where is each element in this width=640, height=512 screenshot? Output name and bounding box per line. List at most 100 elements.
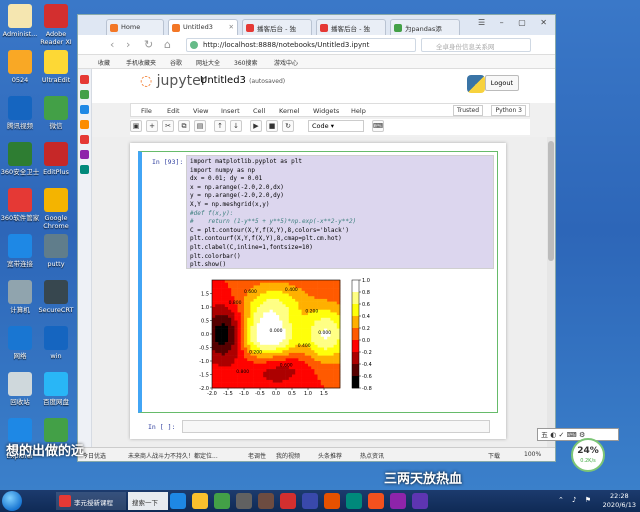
weibo-icon[interactable] [80,75,89,84]
desktop-icon[interactable]: win [36,326,76,360]
logout-button[interactable]: Logout [484,75,519,91]
desktop-icon[interactable]: 0524 [0,50,40,84]
status-item[interactable]: 热点资讯 [360,451,384,460]
menu-insert[interactable]: Insert [221,107,240,115]
search-input[interactable]: 全卓身份信息关系网 [421,38,531,52]
tab-pandas[interactable]: 为pandas添 [390,19,460,35]
notebook-title[interactable]: Untitled3 (autosaved) [200,75,285,86]
desktop-icon[interactable]: 网络 [0,326,40,360]
taskbar-search-box[interactable]: 搜索一下 [128,492,168,510]
menu-edit[interactable]: Edit [167,107,180,115]
restart-icon[interactable]: ↻ [282,120,294,132]
menu-view[interactable]: View [193,107,208,115]
vertical-scrollbar[interactable] [547,137,555,447]
desktop-icon[interactable]: 腾讯视频 [0,96,40,130]
status-item[interactable]: 老调性 [248,451,266,460]
menu-cell[interactable]: Cell [253,107,265,115]
system-tray[interactable]: ⌃ ♪ ⚑ [558,496,594,504]
desktop-icon[interactable]: 百度网盘 [36,372,76,406]
status-news[interactable]: 未来商人战斗力不持久！都定位... [128,451,218,460]
bookmark-item[interactable]: 收藏 [98,58,110,67]
status-item[interactable]: 我的视频 [276,451,300,460]
desktop-icon[interactable]: EditPlus [36,142,76,176]
folder-icon[interactable] [192,493,208,509]
tab-home[interactable]: Home [106,19,164,35]
editor-icon[interactable] [258,493,274,509]
ie-icon[interactable] [170,493,186,509]
desktop-icon[interactable]: SecureCRT [36,280,76,314]
wechat-icon[interactable] [80,90,89,99]
tab-podcast-2[interactable]: 播客后台 - 独 [316,19,386,35]
code-cell-selected[interactable]: In [93]: import matplotlib.pyplot as plt… [138,151,498,413]
code-cell-empty[interactable]: In [ ]: [138,419,498,435]
menu-kernel[interactable]: Kernel [279,107,299,115]
bookmark-item[interactable]: 手机收藏夹 [126,58,156,67]
news-icon[interactable] [80,135,89,144]
menu-file[interactable]: File [141,107,152,115]
zoom-level[interactable]: 100% [524,451,541,458]
desktop-icon[interactable]: 计算机 [0,280,40,314]
run-icon[interactable]: ▶ [250,120,262,132]
desktop-icon[interactable]: 微信 [36,96,76,130]
refresh-icon[interactable]: ↻ [144,38,153,51]
trusted-indicator[interactable]: Trusted [452,105,483,116]
desktop-icon[interactable]: Google Chrome [36,188,76,230]
status-item[interactable]: 下载 [488,451,500,460]
arrow-up-icon[interactable]: ↑ [214,120,226,132]
desktop-icon[interactable]: 360软件管家 [0,188,40,222]
network-monitor[interactable]: 24% 0.2K/s [571,438,605,472]
stop-icon[interactable]: ■ [266,120,278,132]
qq-icon[interactable] [80,105,89,114]
terminal-icon[interactable] [236,493,252,509]
system-clock[interactable]: 22:28 2020/6/13 [603,492,636,510]
cut-icon[interactable]: ✂ [162,120,174,132]
player-icon[interactable] [412,493,428,509]
window-controls[interactable]: ☰ – ▢ ✕ [478,18,553,27]
app-icon[interactable] [346,493,362,509]
bookmark-item[interactable]: 游戏中心 [274,58,298,67]
shop-icon[interactable] [80,120,89,129]
anaconda-icon[interactable] [368,493,384,509]
address-bar[interactable]: http://localhost:8888/notebooks/Untitled… [186,38,416,52]
save-icon[interactable]: ▣ [130,120,142,132]
status-item[interactable]: 头条推荐 [318,451,342,460]
ppt-icon[interactable] [324,493,340,509]
paste-icon[interactable]: ▤ [194,120,206,132]
code-editor[interactable]: import matplotlib.pyplot as plt import nu… [186,155,494,269]
desktop-icon[interactable]: 回收站 [0,372,40,406]
desktop-icon[interactable]: Adobe Reader XI [36,4,76,46]
taskbar-item[interactable]: 李元授新课程 [56,492,126,510]
status-daily-pick[interactable]: 今日优选 [82,451,106,460]
menu-widgets[interactable]: Widgets [313,107,339,115]
cell-type-select[interactable]: Code ▾ [308,120,364,132]
tab-untitled3[interactable]: Untitled3 ✕ [168,19,238,35]
video-icon[interactable] [80,150,89,159]
desktop-icon[interactable]: 宽带连接 [0,234,40,268]
code-editor-empty[interactable] [182,420,490,433]
menu-help[interactable]: Help [351,107,366,115]
desktop-icon[interactable]: putty [36,234,76,268]
close-tab-icon[interactable]: ✕ [229,23,234,31]
desktop-icon[interactable]: 360安全卫士 [0,142,40,176]
360-browser-icon[interactable] [214,493,230,509]
bookmark-item[interactable]: 360搜索 [234,58,257,67]
keyboard-icon[interactable]: ⌨ [372,120,384,132]
arrow-down-icon[interactable]: ↓ [230,120,242,132]
scrollbar-thumb[interactable] [548,141,554,261]
copy-icon[interactable]: ⧉ [178,120,190,132]
tab-podcast-1[interactable]: 播客后台 - 独 [242,19,312,35]
bookmark-item[interactable]: 谷歌 [170,58,182,67]
jupyter-logo[interactable]: ◌ jupyter [140,73,206,89]
desktop-icon[interactable]: UltraEdit [36,50,76,84]
mail-icon[interactable] [80,165,89,174]
bookmark-item[interactable]: 网址大全 [196,58,220,67]
start-button[interactable] [2,491,22,511]
ime-toolbar[interactable]: 五 ◐ ✓ ⌨ ⚙ [537,428,619,441]
back-icon[interactable]: ‹ [110,38,114,51]
office-icon[interactable] [280,493,296,509]
plus-icon[interactable]: + [146,120,158,132]
home-icon[interactable]: ⌂ [164,38,171,51]
kernel-indicator[interactable]: Python 3 [491,105,526,116]
desktop-icon[interactable]: Administ... [0,4,40,38]
forward-icon[interactable]: › [126,38,130,51]
